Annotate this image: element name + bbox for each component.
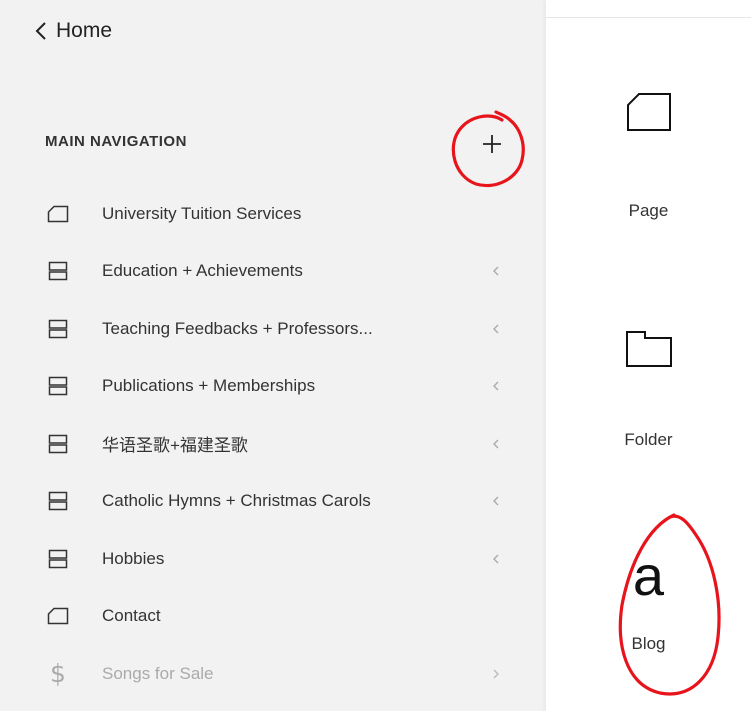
chevron-left-icon [35, 22, 46, 40]
nav-item-catholic-hymns[interactable]: Catholic Hymns + Christmas Carols [0, 473, 530, 531]
chevron-right-icon[interactable] [490, 667, 502, 681]
tile-label: Folder [624, 430, 673, 449]
chevron-left-icon[interactable] [490, 494, 502, 508]
nav-item-chinese-hymns[interactable]: 华语圣歌+福建圣歌 [0, 415, 530, 473]
chevron-left-icon[interactable] [490, 264, 502, 278]
index-icon [45, 373, 71, 399]
tile-label: Blog [631, 634, 666, 653]
nav-list: University Tuition Services Education + … [0, 185, 530, 703]
chevron-left-icon[interactable] [490, 552, 502, 566]
panel-divider [546, 17, 751, 18]
index-icon [45, 546, 71, 572]
nav-item-education-achievements[interactable]: Education + Achievements [0, 243, 530, 301]
nav-item-songs-for-sale[interactable]: $ Songs for Sale [0, 645, 530, 703]
nav-item-label: Education + Achievements [102, 261, 303, 281]
add-page-button[interactable] [474, 126, 510, 162]
nav-item-contact[interactable]: Contact [0, 588, 530, 646]
index-icon [45, 488, 71, 514]
nav-item-publications-memberships[interactable]: Publications + Memberships [0, 358, 530, 416]
nav-item-label: Teaching Feedbacks + Professors... [102, 318, 373, 338]
page-icon [45, 201, 71, 227]
dollar-icon: $ [50, 659, 66, 689]
nav-item-label: Songs for Sale [102, 663, 214, 683]
page-icon [546, 92, 751, 132]
main-navigation-heading: MAIN NAVIGATION [45, 133, 187, 150]
chevron-left-icon[interactable] [490, 379, 502, 393]
chevron-left-icon[interactable] [490, 437, 502, 451]
add-content-panel: Page Folder a Blog [546, 0, 751, 711]
back-home-link[interactable]: Home [34, 16, 112, 46]
add-folder-tile[interactable]: Folder [546, 330, 751, 460]
add-blog-tile[interactable]: a Blog [546, 548, 751, 688]
index-icon [45, 431, 71, 457]
add-page-tile[interactable]: Page [546, 92, 751, 232]
index-icon [45, 258, 71, 284]
folder-icon [546, 330, 751, 368]
site-navigation-sidebar: Home MAIN NAVIGATION University Tuition … [0, 0, 530, 711]
nav-item-label: Publications + Memberships [102, 376, 316, 396]
back-home-label: Home [56, 19, 113, 42]
tile-label: Page [628, 201, 669, 220]
nav-item-hobbies[interactable]: Hobbies [0, 530, 530, 588]
chevron-left-icon[interactable] [490, 322, 502, 336]
nav-item-label: Contact [102, 606, 161, 626]
nav-item-label: Catholic Hymns + Christmas Carols [102, 491, 371, 511]
index-icon [45, 316, 71, 342]
blog-icon: a [632, 544, 665, 607]
nav-item-university-tuition-services[interactable]: University Tuition Services [0, 185, 530, 243]
nav-item-label: Hobbies [102, 548, 165, 568]
page-icon [45, 603, 71, 629]
nav-item-teaching-feedbacks[interactable]: Teaching Feedbacks + Professors... [0, 300, 530, 358]
nav-item-label: 华语圣歌+福建圣歌 [102, 436, 248, 456]
nav-item-label: University Tuition Services [102, 203, 302, 223]
plus-icon [483, 135, 501, 153]
